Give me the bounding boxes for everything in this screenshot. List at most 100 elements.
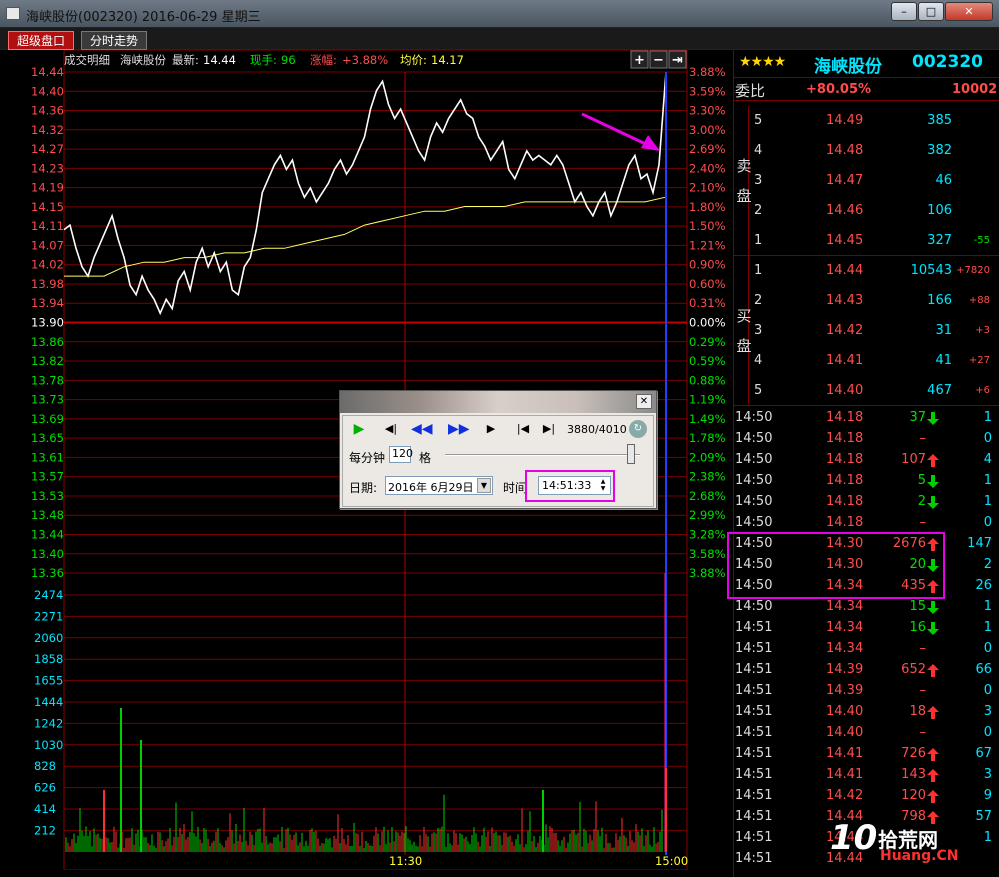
trade-row[interactable]: 14:51 14.40 – 0 <box>734 722 999 743</box>
trade-price: 14.18 <box>826 452 864 467</box>
arrow-down-icon <box>927 622 939 635</box>
level-volume: 106 <box>927 203 952 218</box>
trade-time: 14:50 <box>735 515 773 530</box>
step-back-icon[interactable]: ◀| <box>381 420 401 438</box>
trade-row[interactable]: 14:50 14.18 37 1 <box>734 407 999 428</box>
header-name: 海峡股份 <box>120 53 166 67</box>
trade-row[interactable]: 14:50 14.18 107 4 <box>734 449 999 470</box>
trade-count: 1 <box>983 620 992 635</box>
price-tick-label: 13.86 <box>31 335 64 349</box>
pct-tick-label: 2.68% <box>689 489 726 503</box>
arrow-up-icon <box>927 790 939 803</box>
dialog-titlebar[interactable]: ✕ <box>340 391 656 413</box>
price-tick-label: 13.90 <box>31 316 64 330</box>
level-change: +88 <box>968 295 990 306</box>
buy-level-row[interactable]: 4 14.41 41 +27 <box>734 346 999 376</box>
maximize-button[interactable]: □ <box>918 2 944 21</box>
trade-price: 14.18 <box>826 410 864 425</box>
trade-count: 0 <box>983 641 992 656</box>
pct-tick-label: 0.29% <box>689 335 726 349</box>
trade-row[interactable]: 14:50 14.18 – 0 <box>734 512 999 533</box>
trade-time: 14:51 <box>735 788 773 803</box>
level-volume: 31 <box>935 323 952 338</box>
trade-time: 14:51 <box>735 851 773 866</box>
trade-row[interactable]: 14:50 14.18 – 0 <box>734 428 999 449</box>
chart-tool-icon: ⇥ <box>672 53 683 68</box>
header-latest-value: 14.44 <box>203 53 236 67</box>
buy-level-row[interactable]: 1 14.44 10543 +7820 <box>734 256 999 286</box>
sell-level-row[interactable]: 3 14.47 46 <box>734 166 999 196</box>
price-tick-label: 13.94 <box>31 296 64 310</box>
price-tick-label: 14.40 <box>31 84 64 98</box>
play-icon[interactable]: ▶ <box>349 420 369 438</box>
sell-level-row[interactable]: 4 14.48 382 <box>734 136 999 166</box>
trade-row[interactable]: 14:51 14.41 726 67 <box>734 743 999 764</box>
chevron-down-icon[interactable]: ▼ <box>477 478 491 493</box>
stock-name: 海峡股份 <box>814 57 882 77</box>
trade-row[interactable]: 14:51 14.34 16 1 <box>734 617 999 638</box>
trade-count: 3 <box>983 767 992 782</box>
pct-tick-label: 2.40% <box>689 161 726 175</box>
go-end-icon[interactable]: ▶| <box>539 420 559 438</box>
trade-row[interactable]: 14:51 14.39 – 0 <box>734 680 999 701</box>
level-volume: 467 <box>927 383 952 398</box>
rating-stars: ★★★★ <box>739 54 786 70</box>
close-button[interactable]: ✕ <box>945 2 993 21</box>
step-forward-icon[interactable]: ▶ <box>481 420 501 438</box>
pct-tick-label: 1.21% <box>689 238 726 252</box>
speed-slider-thumb[interactable] <box>627 444 635 464</box>
trade-highlight-box <box>727 532 945 599</box>
refresh-icon[interactable]: ↻ <box>629 420 647 438</box>
buy-level-row[interactable]: 5 14.40 467 +6 <box>734 376 999 406</box>
dialog-close-icon[interactable]: ✕ <box>636 394 652 409</box>
trade-price: 14.34 <box>826 620 864 635</box>
level-price: 14.43 <box>826 293 864 308</box>
trade-list[interactable]: 14:50 14.18 37 1 14:50 14.18–0 14:50 14.18 107 4 1… <box>734 407 999 877</box>
rewind-icon[interactable]: ◀◀ <box>411 420 433 438</box>
trade-row[interactable]: 14:51 14.41 143 3 <box>734 764 999 785</box>
speed-slider-track[interactable] <box>445 454 640 456</box>
trade-row[interactable]: 14:50 14.34 15 1 <box>734 596 999 617</box>
price-tick-label: 13.36 <box>31 566 64 580</box>
header-change-label: 涨幅: <box>310 53 337 67</box>
sell-level-row[interactable]: 2 14.46 106 <box>734 196 999 226</box>
level-price: 14.49 <box>826 113 864 128</box>
date-picker[interactable]: 2016年 6月29日 ▼ <box>385 476 493 495</box>
quote-panel: ★★★★ 海峡股份 002320 委比 +80.05% 10002 卖 盘 51… <box>733 50 999 877</box>
trade-volume: 37 <box>909 410 926 425</box>
price-tick-label: 14.02 <box>31 258 64 272</box>
level-number: 1 <box>754 233 763 248</box>
arrow-down-icon <box>927 475 939 488</box>
trade-time: 14:51 <box>735 767 773 782</box>
playback-counter: 3880/4010 <box>567 423 627 436</box>
trade-price: 14.40 <box>826 725 864 740</box>
speed-label: 每分钟 <box>349 451 386 465</box>
trade-row[interactable]: 14:51 14.34 – 0 <box>734 638 999 659</box>
fast-forward-icon[interactable]: ▶▶ <box>448 420 470 438</box>
order-ratio-value: +80.05% <box>806 82 872 97</box>
trade-time: 14:50 <box>735 452 773 467</box>
go-start-icon[interactable]: |◀ <box>513 420 533 438</box>
sell-level-row[interactable]: 5 14.49 385 <box>734 106 999 136</box>
pct-tick-label: 3.59% <box>689 84 726 98</box>
trade-count: 9 <box>983 788 992 803</box>
order-ratio-label: 委比 <box>735 82 766 100</box>
trade-count: 2 <box>983 557 992 572</box>
minimize-button[interactable]: – <box>891 2 917 21</box>
sell-level-row[interactable]: 1 14.45 327 -55 <box>734 226 999 256</box>
level-number: 5 <box>754 383 763 398</box>
trade-row[interactable]: 14:51 14.39 652 66 <box>734 659 999 680</box>
price-tick-label: 13.48 <box>31 508 64 522</box>
tab-intraday[interactable]: 分时走势 <box>81 31 148 50</box>
speed-input[interactable]: 120 <box>389 446 413 463</box>
trade-row[interactable]: 14:51 14.42 120 9 <box>734 785 999 806</box>
trade-row[interactable]: 14:50 14.18 2 1 <box>734 491 999 512</box>
buy-level-row[interactable]: 2 14.43 166 +88 <box>734 286 999 316</box>
pct-tick-label: 0.90% <box>689 258 726 272</box>
tab-super-panel[interactable]: 超级盘口 <box>8 31 75 50</box>
trade-row[interactable]: 14:50 14.18 5 1 <box>734 470 999 491</box>
level-number: 1 <box>754 263 763 278</box>
buy-level-row[interactable]: 3 14.42 31 +3 <box>734 316 999 346</box>
trade-row[interactable]: 14:51 14.40 18 3 <box>734 701 999 722</box>
trade-volume: 2 <box>917 494 926 509</box>
